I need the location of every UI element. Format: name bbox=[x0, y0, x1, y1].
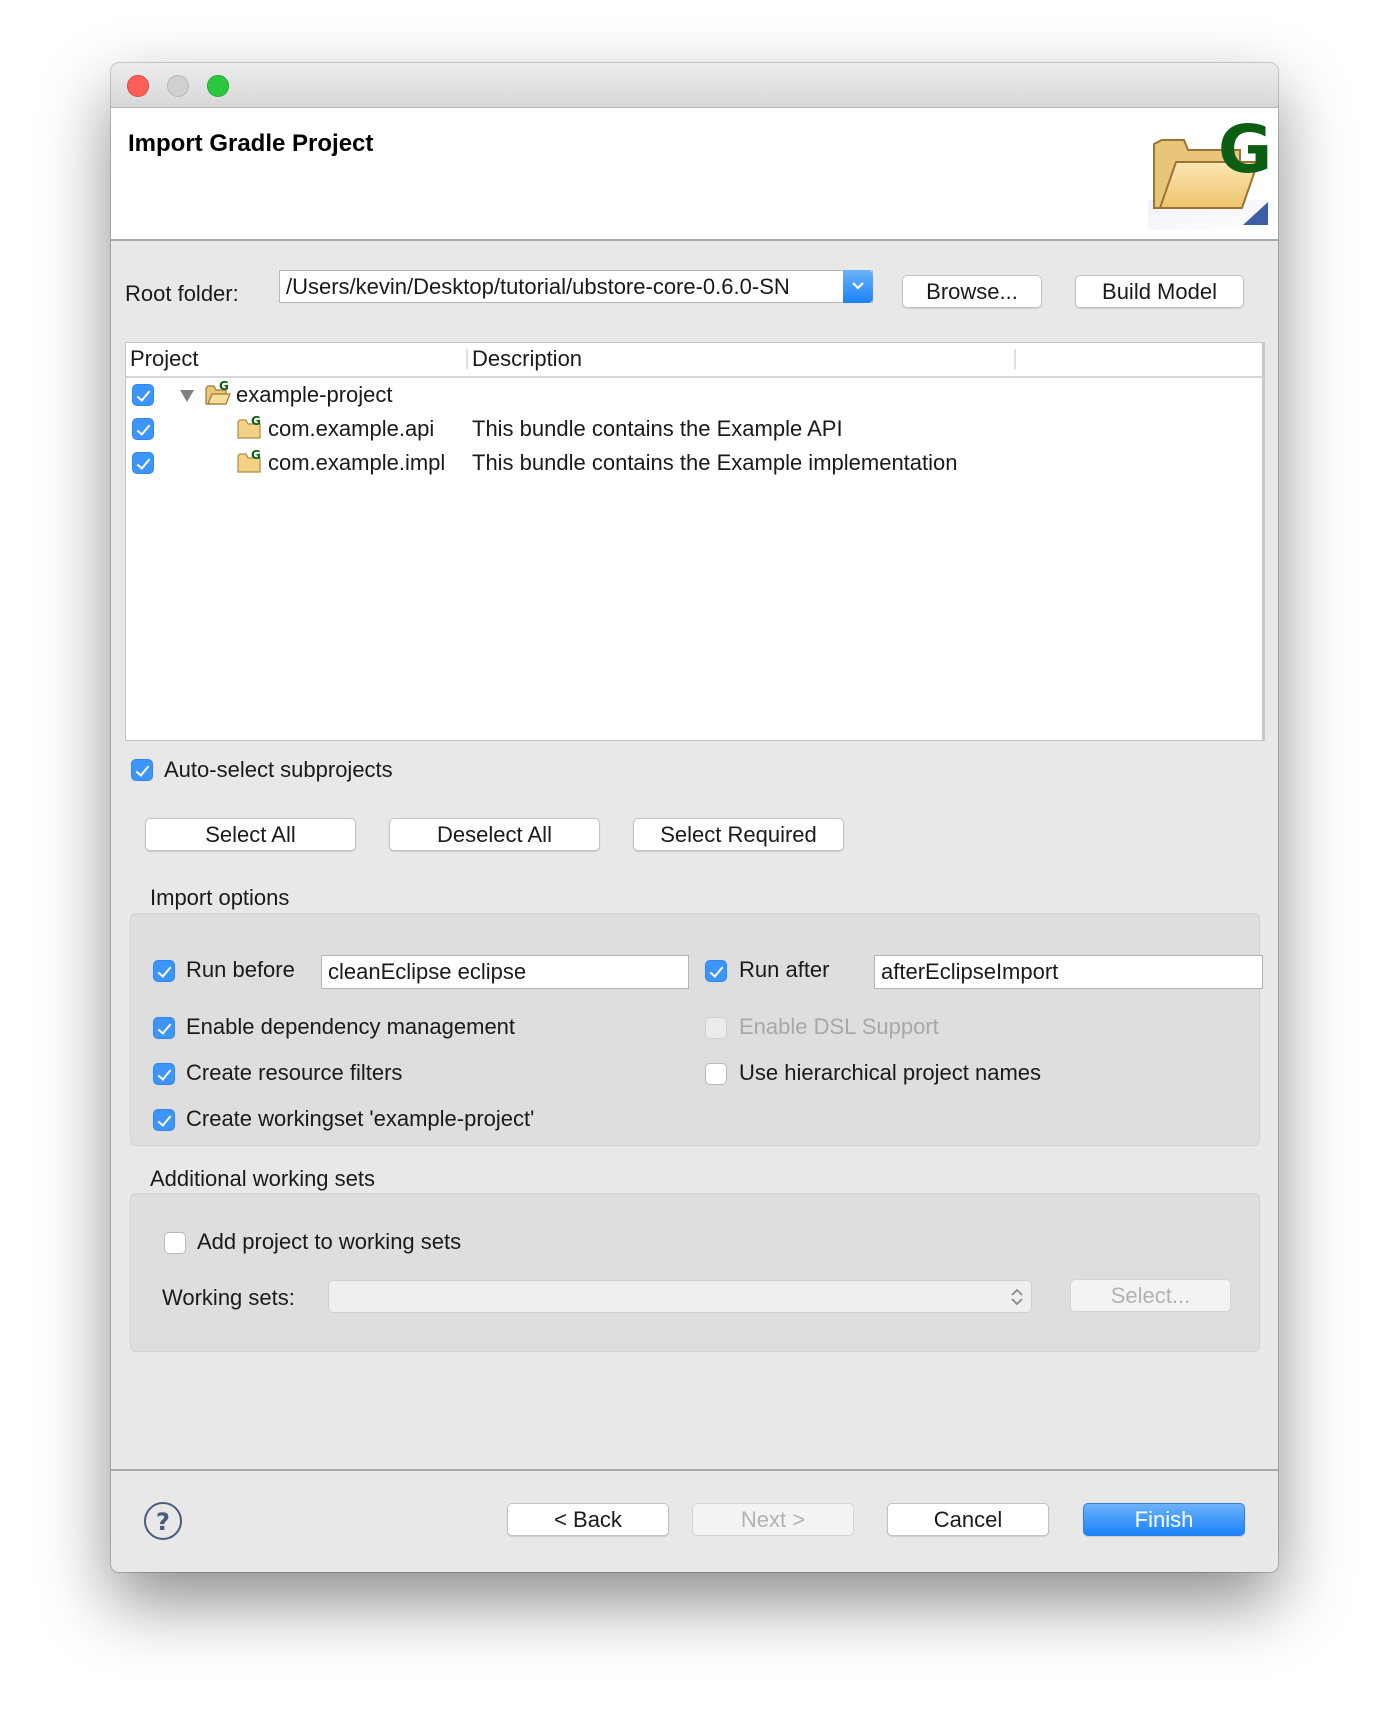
back-button[interactable]: < Back bbox=[507, 1503, 669, 1536]
enable-dependency-management-checkbox[interactable] bbox=[153, 1017, 175, 1039]
up-down-chevron-icon bbox=[1011, 1288, 1023, 1306]
svg-text:G: G bbox=[251, 414, 261, 428]
footer-divider bbox=[111, 1469, 1278, 1471]
table-row[interactable]: G example-project bbox=[126, 378, 1262, 412]
project-table[interactable]: Project Description G example-project G … bbox=[125, 342, 1265, 741]
close-window-button[interactable] bbox=[127, 75, 149, 97]
import-options-group: Run before cleanEclipse eclipse Run afte… bbox=[130, 913, 1263, 1146]
table-header: Project Description bbox=[126, 343, 1262, 378]
minimize-window-button[interactable] bbox=[167, 75, 189, 97]
import-options-title: Import options bbox=[150, 885, 290, 910]
use-hierarchical-names-label[interactable]: Use hierarchical project names bbox=[739, 1060, 1041, 1086]
column-header-description[interactable]: Description bbox=[472, 346, 582, 372]
working-sets-select bbox=[328, 1280, 1032, 1313]
row-checkbox[interactable] bbox=[132, 418, 154, 440]
run-after-checkbox[interactable] bbox=[705, 960, 727, 982]
create-workingset-checkbox[interactable] bbox=[153, 1109, 175, 1131]
help-icon[interactable]: ? bbox=[142, 1500, 184, 1542]
svg-text:?: ? bbox=[156, 1508, 170, 1536]
build-model-button[interactable]: Build Model bbox=[1075, 275, 1244, 308]
auto-select-subprojects-checkbox[interactable] bbox=[131, 759, 153, 781]
select-required-button[interactable]: Select Required bbox=[633, 818, 844, 851]
gradle-open-folder-icon: G bbox=[205, 380, 231, 405]
use-hierarchical-names-checkbox[interactable] bbox=[705, 1063, 727, 1085]
project-name: com.example.api bbox=[268, 416, 435, 441]
run-after-input[interactable]: afterEclipseImport bbox=[874, 955, 1263, 989]
select-working-sets-button: Select... bbox=[1070, 1279, 1231, 1312]
project-description: This bundle contains the Example impleme… bbox=[472, 450, 958, 475]
additional-working-sets-title: Additional working sets bbox=[150, 1166, 376, 1191]
zoom-window-button[interactable] bbox=[207, 75, 229, 97]
column-divider[interactable] bbox=[466, 349, 468, 369]
root-folder-label: Root folder: bbox=[125, 281, 239, 306]
select-all-button[interactable]: Select All bbox=[145, 818, 356, 851]
add-to-working-sets-label[interactable]: Add project to working sets bbox=[197, 1229, 461, 1255]
table-row[interactable]: G com.example.impl This bundle contains … bbox=[126, 446, 1262, 480]
column-header-project[interactable]: Project bbox=[130, 346, 198, 372]
auto-select-subprojects-label[interactable]: Auto-select subprojects bbox=[164, 757, 393, 783]
project-name: example-project bbox=[236, 382, 393, 407]
create-resource-filters-label[interactable]: Create resource filters bbox=[186, 1060, 402, 1086]
cancel-button[interactable]: Cancel bbox=[887, 1503, 1049, 1536]
gradle-folder-icon: G bbox=[237, 414, 261, 439]
enable-dsl-support-checkbox bbox=[705, 1017, 727, 1039]
wizard-header: Import Gradle Project G bbox=[111, 108, 1278, 241]
svg-text:G: G bbox=[1218, 111, 1272, 188]
run-after-label[interactable]: Run after bbox=[739, 957, 830, 983]
root-folder-dropdown-button[interactable] bbox=[843, 270, 873, 303]
column-divider[interactable] bbox=[1014, 349, 1016, 369]
project-description: This bundle contains the Example API bbox=[472, 416, 843, 441]
run-before-checkbox[interactable] bbox=[153, 960, 175, 982]
add-to-working-sets-checkbox[interactable] bbox=[164, 1232, 186, 1254]
working-sets-label: Working sets: bbox=[162, 1285, 295, 1310]
run-before-label[interactable]: Run before bbox=[186, 957, 295, 983]
row-checkbox[interactable] bbox=[132, 452, 154, 474]
root-folder-combo[interactable]: /Users/kevin/Desktop/tutorial/ubstore-co… bbox=[279, 270, 873, 303]
additional-working-sets-group: Add project to working sets Working sets… bbox=[130, 1193, 1260, 1352]
chevron-down-icon bbox=[852, 282, 864, 290]
import-gradle-project-dialog: Import Gradle Project G Root folder: /Us… bbox=[111, 63, 1278, 1572]
enable-dependency-management-label[interactable]: Enable dependency management bbox=[186, 1014, 515, 1040]
enable-dsl-support-label: Enable DSL Support bbox=[739, 1014, 939, 1039]
browse-button[interactable]: Browse... bbox=[902, 275, 1042, 308]
gradle-import-banner-icon: G bbox=[1148, 111, 1274, 230]
gradle-folder-icon: G bbox=[237, 448, 261, 473]
next-button: Next > bbox=[692, 1503, 854, 1536]
root-folder-value[interactable]: /Users/kevin/Desktop/tutorial/ubstore-co… bbox=[286, 274, 834, 300]
title-bar bbox=[111, 63, 1278, 108]
deselect-all-button[interactable]: Deselect All bbox=[389, 818, 600, 851]
finish-button[interactable]: Finish bbox=[1083, 1503, 1245, 1536]
run-before-input[interactable]: cleanEclipse eclipse bbox=[321, 955, 689, 989]
svg-text:G: G bbox=[219, 380, 229, 393]
table-row[interactable]: G com.example.api This bundle contains t… bbox=[126, 412, 1262, 446]
row-checkbox[interactable] bbox=[132, 384, 154, 406]
create-workingset-label[interactable]: Create workingset 'example-project' bbox=[186, 1106, 534, 1132]
expand-collapse-toggle[interactable] bbox=[180, 390, 194, 402]
project-name: com.example.impl bbox=[268, 450, 446, 475]
page-title: Import Gradle Project bbox=[128, 130, 374, 157]
create-resource-filters-checkbox[interactable] bbox=[153, 1063, 175, 1085]
svg-text:G: G bbox=[251, 448, 261, 462]
